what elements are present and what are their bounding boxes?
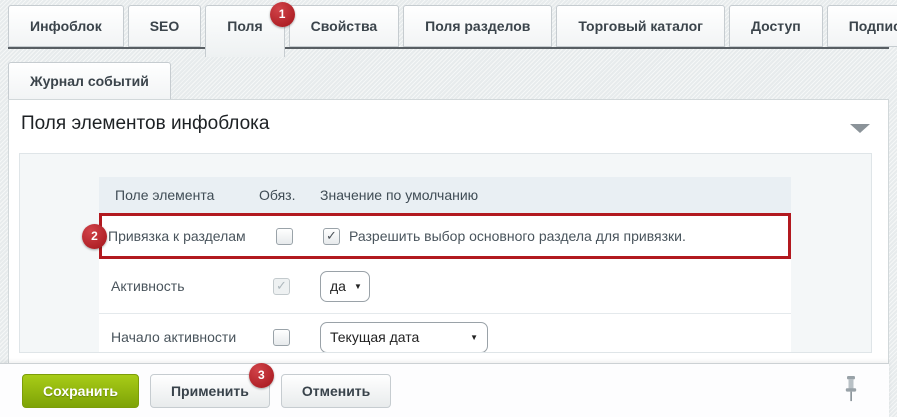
- tab-label: Свойства: [311, 18, 378, 34]
- action-bar: Сохранить Применить 3 Отменить: [0, 363, 889, 417]
- step-badge-2: 2: [82, 224, 107, 249]
- step-badge-3: 3: [249, 363, 274, 388]
- tab-label: Поля: [227, 18, 262, 34]
- cancel-button[interactable]: Отменить: [281, 374, 391, 408]
- step-badge-1: 1: [270, 2, 295, 27]
- required-checkbox[interactable]: ✓: [276, 228, 293, 245]
- header-default-value: Значение по умолчанию: [320, 187, 791, 203]
- tab-label: Доступ: [751, 18, 801, 34]
- select-value: Текущая дата: [330, 329, 419, 345]
- allow-main-section-checkbox[interactable]: ✓: [323, 228, 340, 245]
- tab-label: Торговый каталог: [578, 18, 703, 34]
- tab-label: Журнал событий: [30, 73, 149, 89]
- tab-infoblock[interactable]: Инфоблок: [8, 5, 124, 47]
- save-button[interactable]: Сохранить: [22, 374, 139, 408]
- tab-event-log[interactable]: Журнал событий: [8, 62, 171, 100]
- page-title: Поля элементов инфоблока: [21, 113, 269, 135]
- field-label: Привязка к разделам: [102, 228, 262, 244]
- tab-seo[interactable]: SEO: [128, 5, 202, 47]
- chevron-down-icon: ▼: [470, 333, 478, 342]
- checkbox-label: Разрешить выбор основного раздела для пр…: [349, 228, 686, 244]
- fields-table: Поле элемента Обяз. Значение по умолчани…: [99, 177, 791, 353]
- chevron-down-icon[interactable]: [850, 124, 870, 133]
- secondary-tab-bar: Журнал событий: [8, 62, 171, 100]
- tab-label: Поля разделов: [425, 18, 530, 34]
- tab-label: SEO: [150, 18, 180, 34]
- tab-label: Инфоблок: [30, 18, 102, 34]
- select-value: да: [330, 278, 346, 294]
- activity-select[interactable]: да ▼: [320, 271, 370, 302]
- table-row-activity-start: Начало активности ✓ Текущая дата ▼: [99, 314, 791, 353]
- header-required: Обяз.: [259, 187, 320, 203]
- required-checkbox[interactable]: ✓: [273, 329, 290, 346]
- tab-bar: Инфоблок SEO Поля 1 Свойства Поля раздел…: [8, 5, 889, 57]
- fields-group-panel: Поле элемента Обяз. Значение по умолчани…: [19, 153, 872, 353]
- required-checkbox-disabled: ✓: [273, 278, 290, 295]
- field-label: Активность: [99, 278, 259, 294]
- tab-label: Подписи: [849, 18, 897, 34]
- tab-fields[interactable]: Поля 1: [205, 5, 284, 57]
- tab-section-fields[interactable]: Поля разделов: [403, 5, 552, 47]
- tab-captions[interactable]: Подписи: [827, 5, 897, 47]
- table-header-row: Поле элемента Обяз. Значение по умолчани…: [99, 177, 791, 213]
- table-row-section-binding: Привязка к разделам ✓ ✓ Разрешить выбор …: [99, 213, 791, 259]
- chevron-down-icon: ▼: [354, 282, 362, 291]
- table-row-activity: Активность ✓ да ▼: [99, 259, 791, 314]
- tab-trade-catalog[interactable]: Торговый каталог: [556, 5, 725, 47]
- tab-properties[interactable]: Свойства: [289, 5, 400, 47]
- activity-start-select[interactable]: Текущая дата ▼: [320, 322, 488, 353]
- main-panel: Поля элементов инфоблока Поле элемента О…: [8, 99, 889, 363]
- pin-icon[interactable]: [844, 376, 858, 403]
- header-field: Поле элемента: [99, 187, 259, 203]
- field-label: Начало активности: [99, 329, 259, 345]
- tab-access[interactable]: Доступ: [729, 5, 823, 47]
